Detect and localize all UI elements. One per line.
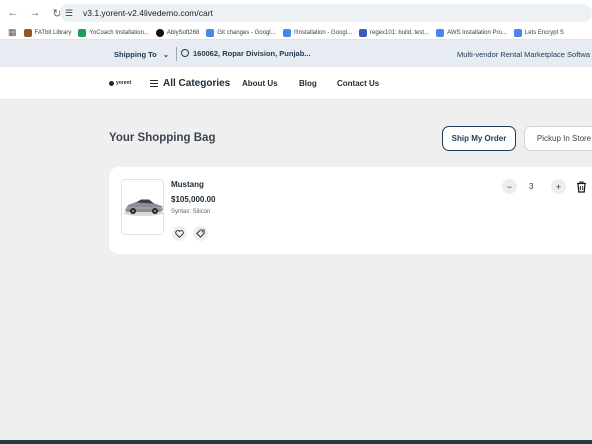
site-settings-icon[interactable]: ☰	[65, 8, 79, 19]
bookmarks-bar: ▦ FATbit Library YoCoach Installation...…	[0, 26, 592, 40]
product-name[interactable]: Mustang	[171, 180, 204, 189]
ship-my-order-button[interactable]: Ship My Order	[442, 126, 516, 151]
site-header: yorent All Categories About Us Blog Cont…	[0, 67, 592, 100]
nav-contact-us[interactable]: Contact Us	[337, 79, 379, 88]
increase-quantity-button[interactable]: +	[551, 179, 566, 194]
bookmark-item[interactable]: Git changes - Googl...	[206, 28, 276, 37]
shipping-to-label: Shipping To	[114, 50, 157, 59]
bookmark-favicon-icon	[78, 28, 87, 37]
bookmark-item[interactable]: !!Installation - Googl...	[282, 28, 352, 37]
logo-text: yorent	[116, 80, 132, 86]
hamburger-icon	[150, 80, 158, 87]
address-url[interactable]: v3.1.yorent-v2.4livedemo.com/cart	[83, 8, 213, 18]
docs-icon	[513, 28, 522, 37]
logo-mark-icon	[109, 80, 114, 86]
bookmark-item[interactable]: YoCoach Installation...	[78, 28, 149, 37]
divider	[176, 47, 177, 61]
shipping-to-dropdown[interactable]: Shipping To ⌄	[114, 50, 169, 59]
footer-edge	[0, 440, 592, 444]
bookmark-item[interactable]: Lets Encrypt S	[513, 28, 564, 37]
site-logo[interactable]: yorent	[109, 80, 131, 86]
docs-icon	[436, 28, 445, 37]
product-price: $105,000.00	[171, 195, 216, 204]
location-selector[interactable]: 160062, Ropar Division, Punjab...	[181, 49, 311, 58]
location-text: 160062, Ropar Division, Punjab...	[193, 49, 311, 58]
all-categories-label: All Categories	[163, 78, 231, 89]
apps-grid-icon[interactable]: ▦	[8, 27, 17, 38]
nav-about-us[interactable]: About Us	[242, 79, 278, 88]
location-pin-icon	[181, 49, 189, 57]
docs-icon	[206, 28, 215, 37]
page-title: Your Shopping Bag	[109, 132, 216, 144]
product-image[interactable]	[121, 179, 164, 235]
github-icon	[155, 28, 164, 37]
bookmark-item[interactable]: regex101: build, test...	[359, 28, 429, 37]
site-tagline: Multi-vendor Rental Marketplace Softwa	[457, 50, 590, 59]
decrease-quantity-button[interactable]: −	[502, 179, 517, 194]
site-top-strip: Shipping To ⌄ 160062, Ropar Division, Pun…	[0, 41, 592, 67]
docs-icon	[282, 28, 291, 37]
nav-blog[interactable]: Blog	[299, 79, 317, 88]
bookmark-item[interactable]: AWS Installation Pro...	[436, 28, 507, 37]
cart-item-card: Mustang $105,000.00 Syntax: Silicon − 3 …	[109, 167, 592, 254]
tag-icon[interactable]	[193, 226, 208, 241]
chevron-down-icon: ⌄	[162, 50, 170, 59]
forward-icon[interactable]: →	[28, 6, 42, 20]
browser-toolbar: ← → ↻ ☰ v3.1.yorent-v2.4livedemo.com/car…	[0, 0, 592, 26]
bookmark-item[interactable]: AblySoft268	[155, 28, 199, 37]
trash-icon[interactable]	[576, 180, 587, 198]
product-variant: Syntax: Silicon	[171, 209, 211, 215]
address-bar[interactable]: ☰ v3.1.yorent-v2.4livedemo.com/cart	[60, 4, 592, 22]
back-icon[interactable]: ←	[6, 6, 20, 20]
bookmark-favicon-icon	[23, 28, 32, 37]
wishlist-heart-icon[interactable]	[172, 226, 187, 241]
car-image-icon	[122, 180, 163, 234]
quantity-value: 3	[529, 182, 534, 191]
pickup-in-store-button[interactable]: Pickup In Store	[524, 126, 592, 151]
bookmark-item[interactable]: FATbit Library	[23, 28, 71, 37]
regex-icon	[359, 28, 368, 37]
all-categories-menu[interactable]: All Categories	[150, 78, 230, 89]
